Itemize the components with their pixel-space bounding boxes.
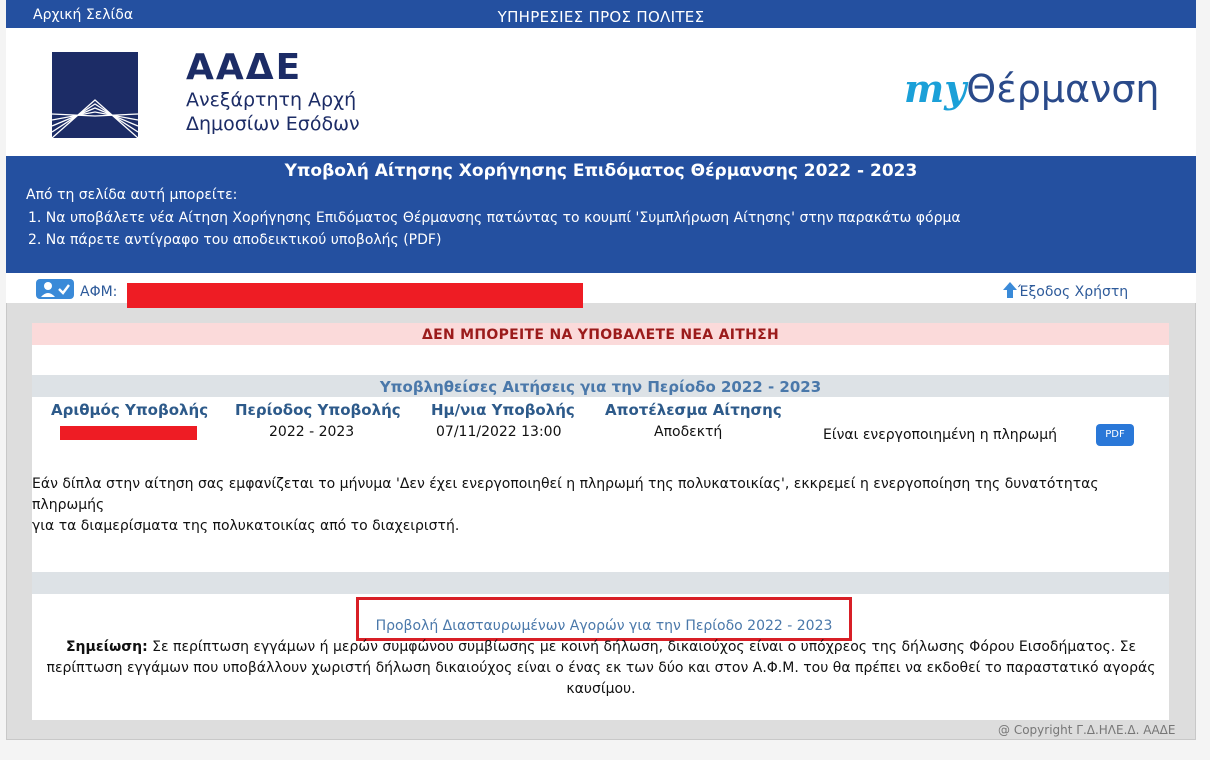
column-header-date: Ημ/νια Υποβολής <box>431 401 575 419</box>
main-content: ΔΕΝ ΜΠΟΡΕΙΤΕ ΝΑ ΥΠΟΒΑΛΕΤΕ ΝΕΑ ΑΙΤΗΣΗ Υπο… <box>32 323 1169 720</box>
footnote-text-3: καυσίμου. <box>566 681 636 697</box>
banner-item-1: 1. Να υποβάλετε νέα Αίτηση Χορήγησης Επι… <box>28 210 961 226</box>
footnote-label: Σημείωση: <box>65 639 148 655</box>
afm-label: ΑΦΜ: <box>80 284 118 300</box>
logout-link[interactable]: Έξοδος Χρήστη <box>1002 281 1128 300</box>
banner-item-2: 2. Να πάρετε αντίγραφο του αποδεικτικού … <box>28 232 442 248</box>
copyright: @ Copyright Γ.Δ.ΗΛΕ.Δ. ΑΑΔΕ <box>998 723 1176 737</box>
header: ΑΑΔΕ Ανεξάρτητη Αρχή Δημοσίων Εσόδων myΘ… <box>6 28 1196 156</box>
cell-period: 2022 - 2023 <box>269 424 355 440</box>
info-banner: Υποβολή Αίτησης Χορήγησης Επιδόματος Θέρ… <box>6 156 1196 273</box>
cell-result: Αποδεκτή <box>654 424 723 440</box>
payment-note-line2: για τα διαμερίσματα της πολυκατοικίας απ… <box>32 518 460 534</box>
aade-logo-text: ΑΑΔΕ Ανεξάρτητη Αρχή Δημοσίων Εσόδων <box>186 48 360 136</box>
column-header-number: Αριθμός Υποβολής <box>51 401 209 419</box>
footnote-text-2: περίπτωση εγγάμων που υποβάλλουν χωριστή… <box>46 660 1156 676</box>
submissions-section-title: Υποβληθείσες Αιτήσεις για την Περίοδο 20… <box>32 375 1169 397</box>
banner-intro: Από τη σελίδα αυτή μπορείτε: <box>26 187 238 203</box>
user-bar: ΑΦΜ: Έξοδος Χρήστη <box>6 273 1196 308</box>
afm-redaction <box>127 283 583 308</box>
mythermansi-logo: myΘέρμανση <box>904 66 1160 111</box>
cell-date: 07/11/2022 13:00 <box>436 424 562 440</box>
column-header-result: Αποτέλεσμα Αίτησης <box>605 401 782 419</box>
aade-logo-icon <box>52 52 138 138</box>
logout-arrow-icon <box>1003 282 1017 298</box>
aade-abbr: ΑΑΔΕ <box>186 47 303 88</box>
submission-number-redaction <box>60 426 197 440</box>
warning-message: ΔΕΝ ΜΠΟΡΕΙΤΕ ΝΑ ΥΠΟΒΑΛΕΤΕ ΝΕΑ ΑΙΤΗΣΗ <box>32 323 1169 345</box>
aade-line1: Ανεξάρτητη Αρχή <box>186 89 357 111</box>
pdf-download-button[interactable]: PDF <box>1096 424 1134 446</box>
logo-rest: Θέρμανση <box>966 67 1160 111</box>
top-bar: Αρχική Σελίδα ΥΠΗΡΕΣΙΕΣ ΠΡΟΣ ΠΟΛΙΤΕΣ <box>6 0 1196 28</box>
user-check-icon <box>36 279 74 299</box>
logout-label: Έξοδος Χρήστη <box>1018 284 1129 300</box>
top-bar-title: ΥΠΗΡΕΣΙΕΣ ΠΡΟΣ ΠΟΛΙΤΕΣ <box>497 8 705 26</box>
logo-my: my <box>904 66 967 111</box>
column-header-period: Περίοδος Υποβολής <box>235 401 401 419</box>
section-divider <box>32 572 1169 594</box>
footnote-text-1: Σε περίπτωση εγγάμων ή μερών συμφώνου συ… <box>147 639 1137 655</box>
purchases-link[interactable]: Προβολή Διασταυρωμένων Αγορών για την Πε… <box>356 597 852 641</box>
payment-note-line1: Εάν δίπλα στην αίτηση σας εμφανίζεται το… <box>32 476 1099 513</box>
aade-line2: Δημοσίων Εσόδων <box>186 113 360 135</box>
footnote: Σημείωση: Σε περίπτωση εγγάμων ή μερών σ… <box>46 637 1156 700</box>
payment-note: Εάν δίπλα στην αίτηση σας εμφανίζεται το… <box>32 474 1169 537</box>
cell-payment-status: Είναι ενεργοποιημένη η πληρωμή <box>823 427 1058 443</box>
banner-title: Υποβολή Αίτησης Χορήγησης Επιδόματος Θέρ… <box>284 161 918 181</box>
